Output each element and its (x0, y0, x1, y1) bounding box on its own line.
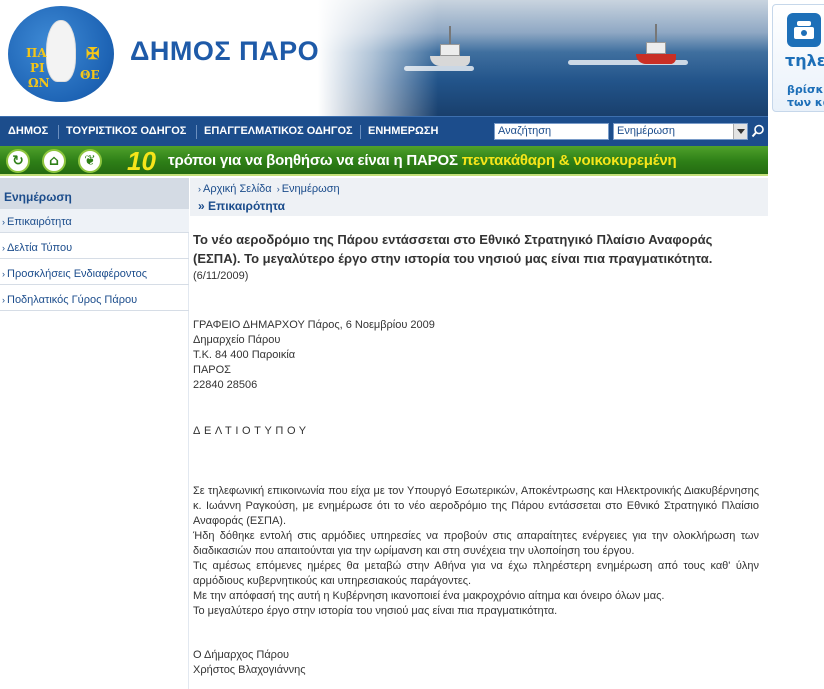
ad-line-2a: βρίσκε (787, 83, 824, 96)
sidebar-item-label: Επικαιρότητα (7, 216, 72, 228)
site-title[interactable]: ΔΗΜΟΣ ΠΑΡΟΥ (130, 36, 337, 67)
site-header: ΠΑ ΡΙ ΩΝ ΘΕ ✠ ΔΗΜΟΣ ΠΑΡΟΥ (0, 0, 768, 116)
arrow-icon: › (2, 295, 5, 305)
banner-text-highlight: πεντακάθαρη & νοικοκυρεμένη (461, 152, 677, 169)
nav-separator (360, 125, 361, 139)
arrow-icon: › (276, 184, 280, 194)
header-sea-photo (318, 0, 768, 116)
search-scope-value: Ενημέρωση (617, 125, 675, 137)
arrow-icon: › (2, 269, 5, 279)
right-advertisement: τηλεφ βρίσκετων κα (768, 0, 824, 689)
fishing-boat-image (430, 22, 472, 66)
telephone-icon (787, 13, 821, 47)
arrow-icon: › (2, 243, 5, 253)
article-paragraph: Σε τηλεφωνική επικοινωνία που είχα με το… (193, 485, 759, 527)
article-paragraph: Ήδη δόθηκε εντολή στις αρμόδιες υπηρεσίε… (193, 530, 759, 557)
breadcrumb-home-link[interactable]: Αρχική Σελίδα (203, 183, 272, 195)
sidebar: Ενημέρωση › Επικαιρότητα › Δελτία Τύπου › Π… (0, 178, 189, 689)
address-line: ΠΑΡΟΣ (193, 364, 231, 376)
breadcrumb: › Αρχική Σελίδα › Ενημέρωση (196, 183, 340, 195)
nav-item-tourist-guide[interactable]: ΤΟΥΡΙΣΤΙΚΟΣ ΟΔΗΓΟΣ (66, 125, 186, 137)
article-title: Το νέο αεροδρόμιο της Πάρου εντάσσεται σ… (193, 232, 713, 266)
banner-number: 10 (127, 146, 156, 176)
article-paragraph: Το μεγαλύτερο έργο στην ιστορία του νησι… (193, 605, 558, 617)
nav-item-dimos[interactable]: ΔΗΜΟΣ (8, 125, 48, 137)
chevron-down-icon[interactable] (733, 124, 747, 139)
arrow-icon: › (198, 184, 201, 194)
breadcrumb-current-link[interactable]: Ενημέρωση (282, 183, 340, 195)
banner-text-main: τρόποι για να βοηθήσω να είναι η ΠΑΡΟΣ (168, 152, 462, 169)
address-line: 22840 28506 (193, 379, 258, 391)
ad-line-2: βρίσκετων κα (787, 83, 824, 109)
logo-letters-1: ΠΑ (26, 46, 47, 60)
article-header: Το νέο αεροδρόμιο της Πάρου εντάσσεται σ… (193, 230, 760, 282)
article-paragraph: Με την απόφασή της αυτή η Κυβέρνηση ικαν… (193, 590, 665, 602)
logo-letters-3: ΩΝ (28, 76, 50, 90)
nav-item-business-guide[interactable]: ΕΠΑΓΓΕΛΜΑΤΙΚΟΣ ΟΔΗΓΟΣ (204, 125, 353, 137)
search-scope-select[interactable]: Ενημέρωση (613, 123, 748, 140)
logo-face-figure (46, 20, 76, 82)
ad-line-2b: των κα (787, 96, 824, 109)
sidebar-item-cycling-tour[interactable]: › Ποδηλατικός Γύρος Πάρου (0, 287, 189, 311)
sidebar-item-label: Ποδηλατικός Γύρος Πάρου (7, 294, 138, 306)
nav-separator (196, 125, 197, 139)
banner-text: τρόποι για να βοηθήσω να είναι η ΠΑΡΟΣ π… (168, 152, 677, 169)
address-line: Δημαρχείο Πάρου (193, 334, 281, 346)
article-paragraph: Τις αμέσως επόμενες ημέρες θα μεταβώ στη… (193, 560, 759, 587)
cross-icon: ✠ (86, 44, 100, 63)
section-title: » Επικαιρότητα (198, 199, 286, 213)
signature-block: Ο Δήμαρχος Πάρου Χρήστος Βλαχογιάννης (193, 648, 306, 678)
search-icon[interactable] (751, 124, 765, 138)
nav-separator (58, 125, 59, 139)
breadcrumb-area: › Αρχική Σελίδα › Ενημέρωση » Επικαιρότητα (190, 178, 768, 216)
signature-title: Ο Δήμαρχος Πάρου (193, 649, 290, 661)
phone-directory-ad[interactable]: τηλεφ βρίσκετων κα (772, 4, 824, 112)
signature-name: Χρήστος Βλαχογιάννης (193, 664, 306, 676)
leaf-icon: ❦ (78, 149, 102, 173)
fishing-boat-image (636, 18, 678, 64)
address-line: ΓΡΑΦΕΙΟ ΔΗΜΑΡΧΟΥ Πάρος, 6 Νοεμβρίου 2009 (193, 319, 435, 331)
cleanliness-campaign-banner[interactable]: ↻ ⌂ ❦ 10 τρόποι για να βοηθήσω να είναι … (0, 146, 768, 176)
house-icon: ⌂ (42, 149, 66, 173)
search-input[interactable]: Αναζήτηση (494, 123, 609, 140)
arrow-icon: › (2, 217, 5, 227)
article-body: Σε τηλεφωνική επικοινωνία που είχα με το… (193, 484, 759, 619)
sidebar-item-label: Προσκλήσεις Ενδιαφέροντος (7, 268, 148, 280)
municipality-logo[interactable]: ΠΑ ΡΙ ΩΝ ΘΕ ✠ (8, 6, 116, 102)
sidebar-item-press-releases[interactable]: › Δελτία Τύπου (0, 235, 189, 259)
sidebar-item-label: Δελτία Τύπου (7, 242, 73, 254)
sidebar-item-calls-for-interest[interactable]: › Προσκλήσεις Ενδιαφέροντος (0, 261, 189, 285)
article-date: (6/11/2009) (193, 270, 249, 282)
sidebar-item-current-affairs[interactable]: › Επικαιρότητα (0, 209, 189, 233)
sender-address: ΓΡΑΦΕΙΟ ΔΗΜΑΡΧΟΥ Πάρος, 6 Νοεμβρίου 2009… (193, 318, 435, 393)
recycle-icon: ↻ (6, 149, 30, 173)
nav-item-news[interactable]: ΕΝΗΜΕΡΩΣΗ (368, 125, 438, 137)
ad-line-1: τηλεφ (785, 51, 824, 70)
address-line: Τ.Κ. 84 400 Παροικία (193, 349, 296, 361)
logo-letters-4: ΘΕ (80, 68, 100, 82)
logo-letters-2: ΡΙ (30, 61, 45, 75)
press-release-label: ΔΕΛΤΙΟΤΥΠΟΥ (193, 425, 310, 437)
sidebar-heading: Ενημέρωση (0, 178, 189, 209)
boat-wake (404, 66, 474, 71)
